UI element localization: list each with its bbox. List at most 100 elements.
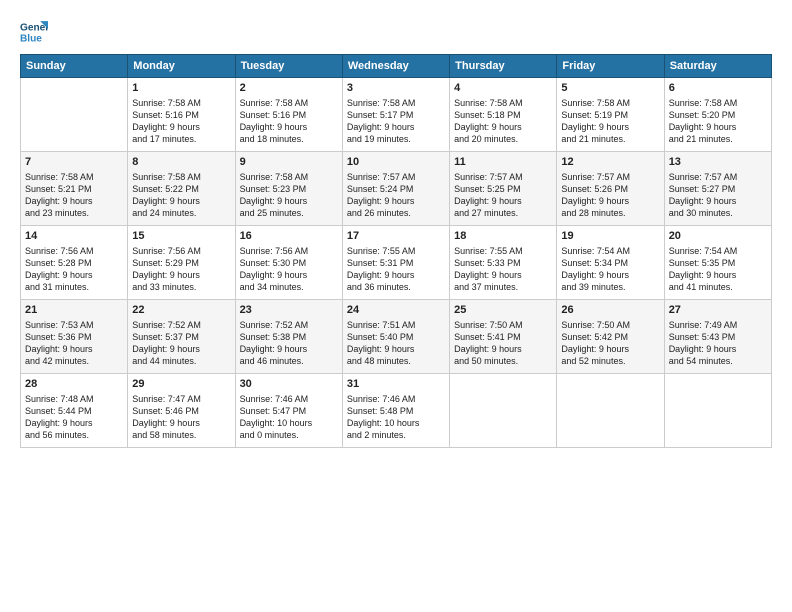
day-info-line: Sunrise: 7:58 AM (240, 97, 338, 109)
day-info-line: Sunset: 5:36 PM (25, 331, 123, 343)
cell-w4-d7: 27Sunrise: 7:49 AMSunset: 5:43 PMDayligh… (664, 300, 771, 374)
day-info-line: Sunrise: 7:58 AM (454, 97, 552, 109)
week-row-2: 7Sunrise: 7:58 AMSunset: 5:21 PMDaylight… (21, 152, 772, 226)
day-info-line: Daylight: 9 hours (347, 195, 445, 207)
day-info-line: Sunrise: 7:58 AM (132, 171, 230, 183)
day-info-line: Sunset: 5:22 PM (132, 183, 230, 195)
day-info-line: Sunset: 5:16 PM (132, 109, 230, 121)
day-info-line: Daylight: 9 hours (669, 121, 767, 133)
day-info-line: Daylight: 9 hours (561, 121, 659, 133)
day-number: 15 (132, 229, 230, 244)
day-number: 31 (347, 377, 445, 392)
day-info-line: and 27 minutes. (454, 207, 552, 219)
day-number: 19 (561, 229, 659, 244)
week-row-1: 1Sunrise: 7:58 AMSunset: 5:16 PMDaylight… (21, 78, 772, 152)
week-row-3: 14 Sunrise: 7:56 AM Sunset: 5:28 PM Dayligh… (21, 226, 772, 300)
day-number: 6 (669, 81, 767, 96)
day-info-line: Daylight: 9 hours (347, 343, 445, 355)
day-info-line: and 46 minutes. (240, 355, 338, 367)
day-info-line: Daylight: 10 hours (240, 417, 338, 429)
col-header-wednesday: Wednesday (342, 55, 449, 78)
day-info-line: Daylight: 9 hours (454, 343, 552, 355)
day-info-line: Daylight: 9 hours (240, 269, 338, 281)
day-info-line: and 50 minutes. (454, 355, 552, 367)
cell-w5-d5 (450, 374, 557, 448)
day-info-line: and 48 minutes. (347, 355, 445, 367)
day-info-line: Sunset: 5:43 PM (669, 331, 767, 343)
day-info-line: Daylight: 9 hours (669, 343, 767, 355)
day-info-line: Sunrise: 7:57 AM (454, 171, 552, 183)
day-info-line: and 37 minutes. (454, 281, 552, 293)
day-info-line: Sunset: 5:16 PM (240, 109, 338, 121)
day-info-line: Daylight: 9 hours (25, 417, 123, 429)
day-number: 14 (25, 229, 123, 244)
day-info-line: and 33 minutes. (132, 281, 230, 293)
day-info-line: Daylight: 9 hours (240, 121, 338, 133)
day-info-line: and 20 minutes. (454, 133, 552, 145)
day-number: 20 (669, 229, 767, 244)
day-info-line: Sunrise: 7:54 AM (561, 245, 659, 257)
day-info-line: and 0 minutes. (240, 429, 338, 441)
cell-w2-d3: 9Sunrise: 7:58 AMSunset: 5:23 PMDaylight… (235, 152, 342, 226)
day-info-line: Sunrise: 7:51 AM (347, 319, 445, 331)
day-info-line: Daylight: 9 hours (669, 269, 767, 281)
cell-w1-d2: 1Sunrise: 7:58 AMSunset: 5:16 PMDaylight… (128, 78, 235, 152)
day-info-line: and 17 minutes. (132, 133, 230, 145)
day-info-line: and 21 minutes. (669, 133, 767, 145)
day-info-line: and 23 minutes. (25, 207, 123, 219)
cell-w5-d6 (557, 374, 664, 448)
day-info-line: Sunset: 5:20 PM (669, 109, 767, 121)
cell-w1-d6: 5Sunrise: 7:58 AMSunset: 5:19 PMDaylight… (557, 78, 664, 152)
day-info-line: Sunrise: 7:53 AM (25, 319, 123, 331)
cell-w5-d3: 30Sunrise: 7:46 AMSunset: 5:47 PMDayligh… (235, 374, 342, 448)
day-info-line: and 58 minutes. (132, 429, 230, 441)
cell-w4-d3: 23Sunrise: 7:52 AMSunset: 5:38 PMDayligh… (235, 300, 342, 374)
day-number: 16 (240, 229, 338, 244)
day-number: 12 (561, 155, 659, 170)
day-info-line: Sunset: 5:41 PM (454, 331, 552, 343)
day-info-line: Sunrise: 7:48 AM (25, 393, 123, 405)
day-info-line: Sunrise: 7:58 AM (25, 171, 123, 183)
cell-w4-d4: 24Sunrise: 7:51 AMSunset: 5:40 PMDayligh… (342, 300, 449, 374)
day-info-line: Daylight: 9 hours (132, 269, 230, 281)
cell-w5-d2: 29Sunrise: 7:47 AMSunset: 5:46 PMDayligh… (128, 374, 235, 448)
day-info-line: Sunrise: 7:50 AM (561, 319, 659, 331)
day-info-line: Sunrise: 7:52 AM (132, 319, 230, 331)
day-info-line: and 19 minutes. (347, 133, 445, 145)
day-number: 25 (454, 303, 552, 318)
cell-w3-d4: 17Sunrise: 7:55 AMSunset: 5:31 PMDayligh… (342, 226, 449, 300)
day-info-line: Daylight: 9 hours (132, 417, 230, 429)
day-info-line: Sunrise: 7:58 AM (561, 97, 659, 109)
logo: General Blue (20, 18, 48, 46)
day-info-line: Sunset: 5:35 PM (669, 257, 767, 269)
day-number: 28 (25, 377, 123, 392)
day-info-line: Sunset: 5:34 PM (561, 257, 659, 269)
col-header-sunday: Sunday (21, 55, 128, 78)
cell-w5-d4: 31Sunrise: 7:46 AMSunset: 5:48 PMDayligh… (342, 374, 449, 448)
col-header-friday: Friday (557, 55, 664, 78)
cell-w4-d2: 22Sunrise: 7:52 AMSunset: 5:37 PMDayligh… (128, 300, 235, 374)
day-info-line: and 24 minutes. (132, 207, 230, 219)
day-info-line: Sunset: 5:46 PM (132, 405, 230, 417)
day-info-line: Sunrise: 7:46 AM (240, 393, 338, 405)
day-number: 8 (132, 155, 230, 170)
day-info-line: Sunset: 5:28 PM (25, 257, 123, 269)
svg-text:Blue: Blue (20, 33, 42, 44)
day-info-line: and 41 minutes. (669, 281, 767, 293)
cell-w1-d1 (21, 78, 128, 152)
day-info-line: Daylight: 9 hours (25, 343, 123, 355)
day-info-line: Sunrise: 7:57 AM (669, 171, 767, 183)
day-number: 27 (669, 303, 767, 318)
day-info-line: Sunrise: 7:56 AM (240, 245, 338, 257)
day-info-line: Sunset: 5:21 PM (25, 183, 123, 195)
col-header-saturday: Saturday (664, 55, 771, 78)
day-info-line: Sunset: 5:37 PM (132, 331, 230, 343)
day-info-line: Sunset: 5:38 PM (240, 331, 338, 343)
day-info-line: Sunrise: 7:55 AM (347, 245, 445, 257)
cell-w2-d7: 13Sunrise: 7:57 AMSunset: 5:27 PMDayligh… (664, 152, 771, 226)
day-info-line: Sunrise: 7:47 AM (132, 393, 230, 405)
cell-w2-d1: 7Sunrise: 7:58 AMSunset: 5:21 PMDaylight… (21, 152, 128, 226)
day-info-line: and 52 minutes. (561, 355, 659, 367)
header: General Blue (20, 18, 772, 46)
day-info-line: Sunrise: 7:52 AM (240, 319, 338, 331)
